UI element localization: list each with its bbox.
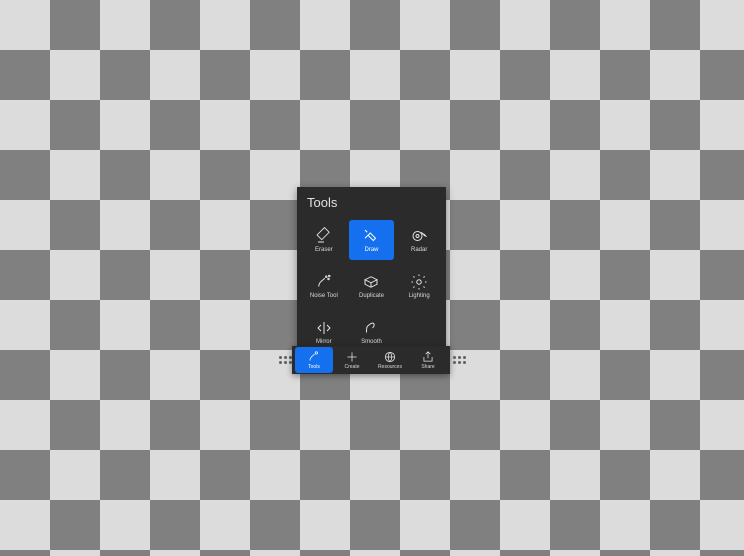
draw-icon	[362, 227, 380, 245]
tool-label: Duplicate	[359, 293, 384, 299]
grip-dot	[453, 361, 456, 364]
grip-dot	[463, 356, 466, 359]
tab-resources[interactable]: Resources	[371, 347, 409, 373]
grip-dot	[279, 356, 282, 359]
bottom-toolbar: Tools Create Resources Share	[292, 346, 450, 374]
lighting-icon	[410, 273, 428, 291]
mirror-icon	[315, 319, 333, 337]
grip-dot	[284, 356, 287, 359]
tool-duplicate[interactable]: Duplicate	[349, 266, 395, 306]
tab-label: Create	[344, 365, 359, 370]
tool-radar[interactable]: Radar	[396, 220, 442, 260]
tool-lighting[interactable]: Lighting	[396, 266, 442, 306]
tab-create[interactable]: Create	[333, 347, 371, 373]
drag-handle-left[interactable]	[278, 346, 292, 374]
grip-dot	[463, 361, 466, 364]
tab-tools[interactable]: Tools	[295, 347, 333, 373]
tool-label: Draw	[364, 247, 378, 253]
tools-tab-icon	[307, 350, 321, 364]
radar-icon	[410, 227, 428, 245]
grip-dot	[453, 356, 456, 359]
grip-dot	[458, 356, 461, 359]
tools-panel-title: Tools	[297, 187, 446, 218]
tool-label: Lighting	[409, 293, 430, 299]
grip-dot	[279, 361, 282, 364]
tool-label: Eraser	[315, 247, 333, 253]
bottom-toolbar-wrap: Tools Create Resources Share	[278, 346, 466, 374]
tool-label: Radar	[411, 247, 427, 253]
tool-draw[interactable]: Draw	[349, 220, 395, 260]
grip-dot	[458, 361, 461, 364]
tab-share[interactable]: Share	[409, 347, 447, 373]
noise-tool-icon	[315, 273, 333, 291]
eraser-icon	[315, 227, 333, 245]
tool-label: Smooth	[361, 339, 382, 345]
tool-eraser[interactable]: Eraser	[301, 220, 347, 260]
drag-handle-right[interactable]	[452, 346, 466, 374]
tool-label: Noise Tool	[310, 293, 338, 299]
tools-grid: Eraser Draw Radar Noise Tool Duplicate	[297, 218, 446, 360]
globe-icon	[383, 350, 397, 364]
tab-label: Resources	[378, 365, 402, 370]
duplicate-icon	[362, 273, 380, 291]
grip-dot	[284, 361, 287, 364]
tab-label: Share	[421, 365, 434, 370]
tool-label: Mirror	[316, 339, 332, 345]
tool-noise[interactable]: Noise Tool	[301, 266, 347, 306]
tools-panel: Tools Eraser Draw Radar Noise Tool	[297, 187, 446, 360]
share-icon	[421, 350, 435, 364]
smooth-icon	[362, 319, 380, 337]
create-icon	[345, 350, 359, 364]
tab-label: Tools	[308, 365, 320, 370]
